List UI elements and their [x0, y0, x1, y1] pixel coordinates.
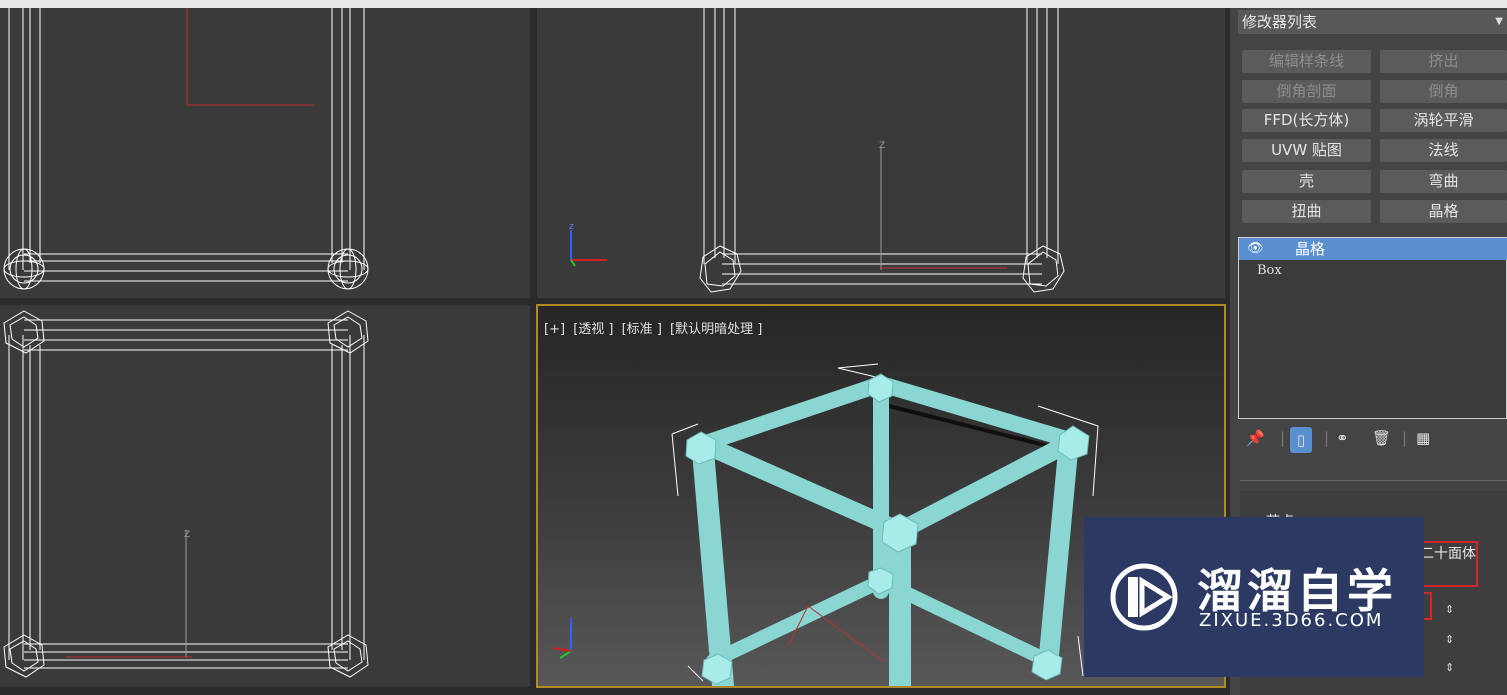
stack-item-label: 晶格 [1295, 240, 1326, 258]
bevel-profile-button[interactable]: 倒角剖面 [1242, 80, 1371, 103]
stack-item-box[interactable]: Box [1257, 263, 1282, 278]
svg-text:Z: Z [184, 530, 190, 540]
separator: | [1324, 429, 1330, 447]
top-view-wireframe [3, 8, 369, 290]
modifier-list-dropdown[interactable]: 修改器列表 ▼ [1238, 10, 1507, 34]
viewport-front[interactable]: Z z [537, 8, 1225, 298]
separator: | [1280, 429, 1286, 447]
svg-text:Z: Z [879, 141, 885, 151]
left-view-wireframe: Z [3, 310, 369, 678]
highlight-box [1418, 541, 1478, 587]
modifier-list-label: 修改器列表 [1242, 13, 1318, 31]
pin-stack-icon[interactable]: 📌 [1246, 429, 1265, 447]
title-bar-strip [0, 0, 1507, 8]
spinner-arrows-icon[interactable]: ⇕ [1445, 633, 1454, 646]
spinner-arrows-icon[interactable]: ⇕ [1445, 661, 1454, 674]
shell-button[interactable]: 壳 [1242, 170, 1371, 193]
edit-spline-button[interactable]: 编辑样条线 [1242, 50, 1371, 73]
svg-text:z: z [569, 222, 574, 232]
make-unique-icon[interactable]: ⚭ [1336, 429, 1349, 447]
front-view-wireframe: Z z [569, 8, 1065, 293]
watermark-logo: 溜溜自学 ZIXUE.3D66.COM [1084, 517, 1424, 677]
bend-button[interactable]: 弯曲 [1380, 170, 1507, 193]
stack-item-lattice[interactable]: 👁 晶格 [1239, 238, 1507, 260]
ffd-box-button[interactable]: FFD(长方体) [1242, 109, 1371, 132]
separator: | [1402, 429, 1408, 447]
bevel-button[interactable]: 倒角 [1380, 80, 1507, 103]
eye-icon[interactable]: 👁 [1247, 238, 1264, 260]
viewport-top[interactable] [0, 8, 530, 298]
modifier-stack[interactable]: 👁 晶格 Box [1238, 237, 1507, 419]
spinner-arrows-icon[interactable]: ⇕ [1445, 603, 1454, 616]
lattice-button[interactable]: 晶格 [1380, 200, 1507, 223]
dropdown-arrow-icon: ▼ [1495, 16, 1503, 27]
show-end-result-icon[interactable]: ▯ [1290, 427, 1312, 453]
configure-sets-icon[interactable]: ▦ [1416, 429, 1430, 447]
divider [1240, 480, 1507, 481]
viewport-left[interactable]: Z [0, 305, 530, 687]
remove-modifier-icon[interactable]: 🗑 [1372, 429, 1391, 447]
uvw-map-button[interactable]: UVW 贴图 [1242, 139, 1371, 162]
play-logo-icon [1110, 563, 1178, 631]
twist-button[interactable]: 扭曲 [1242, 200, 1371, 223]
watermark-url: ZIXUE.3D66.COM [1199, 610, 1384, 631]
extrude-button[interactable]: 挤出 [1380, 50, 1507, 73]
turbosmooth-button[interactable]: 涡轮平滑 [1380, 109, 1507, 132]
normal-button[interactable]: 法线 [1380, 139, 1507, 162]
